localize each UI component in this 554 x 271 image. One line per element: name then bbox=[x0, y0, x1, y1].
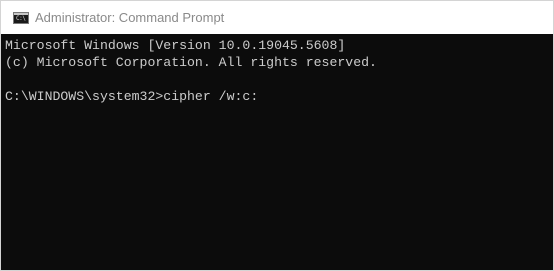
cmd-icon[interactable]: C:\ bbox=[13, 12, 29, 24]
console-line-version: Microsoft Windows [Version 10.0.19045.56… bbox=[5, 38, 346, 53]
title-bar[interactable]: C:\ Administrator: Command Prompt bbox=[1, 1, 553, 34]
console-line-command[interactable]: C:\WINDOWS\system32>cipher /w:c: bbox=[5, 88, 553, 105]
command-prompt-window: C:\ Administrator: Command Prompt Micros… bbox=[0, 0, 554, 271]
console-output[interactable]: Microsoft Windows [Version 10.0.19045.56… bbox=[1, 34, 553, 270]
window-title: Administrator: Command Prompt bbox=[35, 10, 225, 25]
console-line-copyright: (c) Microsoft Corporation. All rights re… bbox=[5, 55, 377, 70]
cmd-icon-glyph: C:\ bbox=[16, 15, 26, 22]
command-prompt-text: C:\WINDOWS\system32>cipher /w:c: bbox=[5, 89, 259, 104]
